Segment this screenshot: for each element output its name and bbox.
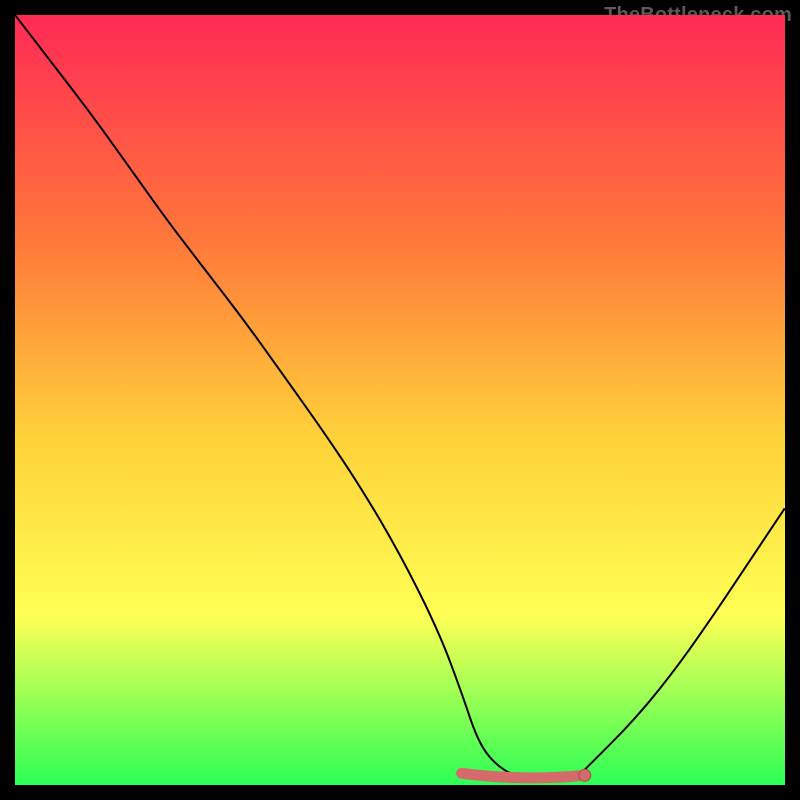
chart-background-gradient	[15, 15, 785, 785]
bottleneck-min-marker	[462, 773, 585, 778]
plot-area	[15, 15, 785, 785]
bottleneck-min-dot	[579, 769, 591, 781]
chart-container: TheBottleneck.com	[0, 0, 800, 800]
chart-svg	[15, 15, 785, 785]
